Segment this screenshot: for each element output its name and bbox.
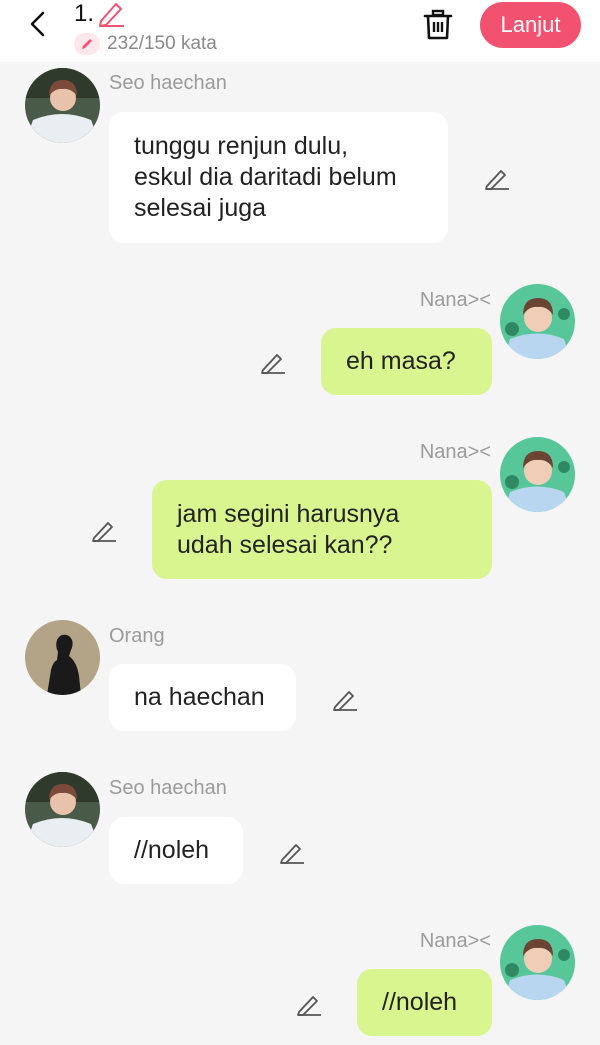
message-bubble[interactable]: eh masa? [321, 328, 492, 395]
edit-message-icon[interactable] [259, 348, 287, 376]
edit-message-icon[interactable] [90, 516, 118, 544]
trash-icon[interactable] [421, 8, 455, 42]
edit-message-icon[interactable] [278, 838, 306, 866]
message-bubble[interactable]: na haechan [109, 664, 296, 731]
edit-title-icon[interactable] [96, 0, 126, 28]
avatar-nana[interactable] [500, 925, 575, 1000]
next-button[interactable]: Lanjut [480, 2, 581, 48]
back-arrow-icon[interactable] [24, 9, 54, 39]
message-text: na haechan [134, 683, 265, 711]
message-text: tunggu renjun dulu, eskul dia daritadi b… [134, 132, 397, 222]
message-text: jam segini harusnya udah selesai kan?? [177, 499, 400, 559]
message-text: //noleh [382, 988, 458, 1016]
avatar-orang[interactable] [25, 620, 100, 695]
avatar-seo-haechan[interactable] [25, 68, 100, 143]
word-counter: 232/150 kata [74, 33, 217, 55]
message-bubble[interactable]: //noleh [109, 817, 243, 884]
chapter-number: 1. [74, 0, 95, 27]
sender-name: Nana>< [419, 289, 491, 311]
sender-name: Orang [109, 625, 165, 647]
sender-name: Nana>< [419, 441, 491, 463]
pencil-icon [74, 33, 100, 55]
top-bar: 1. 232/150 kata Lanjut [0, 0, 600, 62]
edit-message-icon[interactable] [331, 685, 359, 713]
edit-message-icon[interactable] [483, 164, 511, 192]
avatar-nana[interactable] [500, 284, 575, 359]
story-title: 1. [74, 0, 126, 28]
message-text: //noleh [134, 836, 210, 864]
message-bubble[interactable]: jam segini harusnya udah selesai kan?? [152, 480, 492, 579]
message-bubble[interactable]: //noleh [357, 969, 492, 1036]
message-bubble[interactable]: tunggu renjun dulu, eskul dia daritadi b… [109, 112, 448, 243]
message-text: eh masa? [346, 347, 456, 375]
avatar-nana[interactable] [500, 437, 575, 512]
word-count-text: 232/150 kata [107, 33, 217, 54]
sender-name: Nana>< [419, 930, 491, 952]
avatar-seo-haechan[interactable] [25, 772, 100, 847]
sender-name: Seo haechan [109, 72, 227, 94]
sender-name: Seo haechan [109, 777, 227, 799]
edit-message-icon[interactable] [295, 990, 323, 1018]
